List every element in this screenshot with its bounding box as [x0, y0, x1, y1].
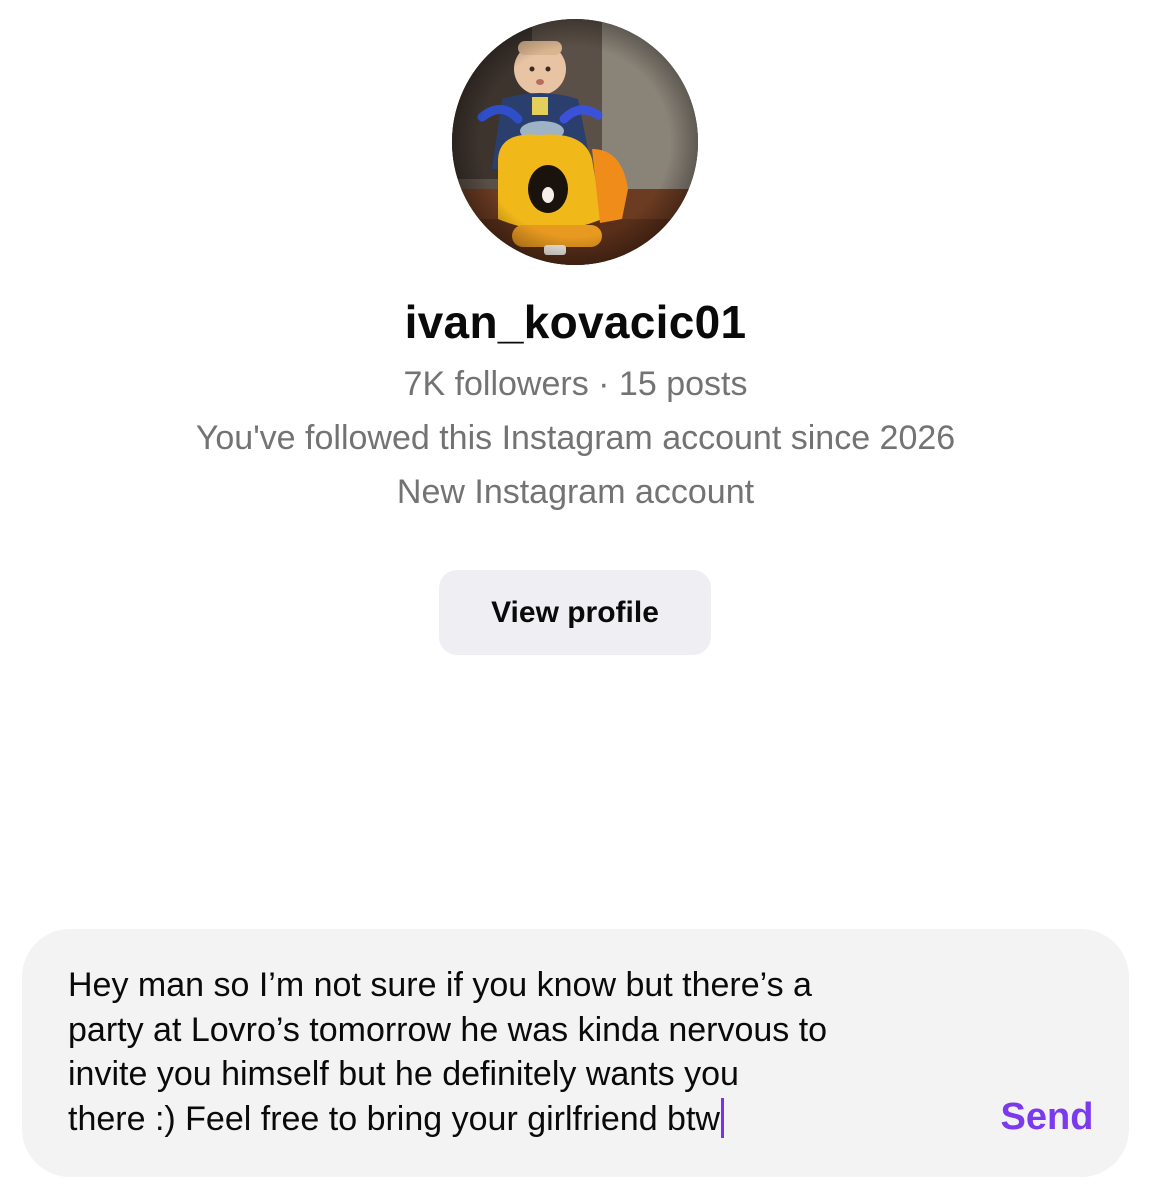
profile-username: ivan_kovacic01 [404, 296, 747, 348]
followers-posts-count: 7K followers · 15 posts [403, 365, 748, 403]
message-composer[interactable]: Hey man so I’m not sure if you know but … [22, 929, 1129, 1177]
view-profile-button[interactable]: View profile [439, 570, 711, 655]
profile-avatar[interactable] [452, 19, 698, 265]
followed-since-text: You've followed this Instagram account s… [195, 419, 956, 457]
account-status-text: New Instagram account [396, 473, 755, 511]
message-line: invite you himself but he definitely wan… [68, 1055, 739, 1093]
avatar-photo-icon [452, 19, 698, 265]
send-button[interactable]: Send [982, 1089, 1112, 1145]
message-line: party at Lovro’s tomorrow he was kinda n… [68, 1010, 828, 1049]
message-line: Hey man so I’m not sure if you know but … [68, 966, 812, 1004]
text-cursor [720, 1097, 724, 1138]
message-input[interactable]: Hey man so I’m not sure if you know but … [68, 963, 948, 1141]
message-line: there :) Feel free to bring your girlfri… [68, 1099, 720, 1138]
